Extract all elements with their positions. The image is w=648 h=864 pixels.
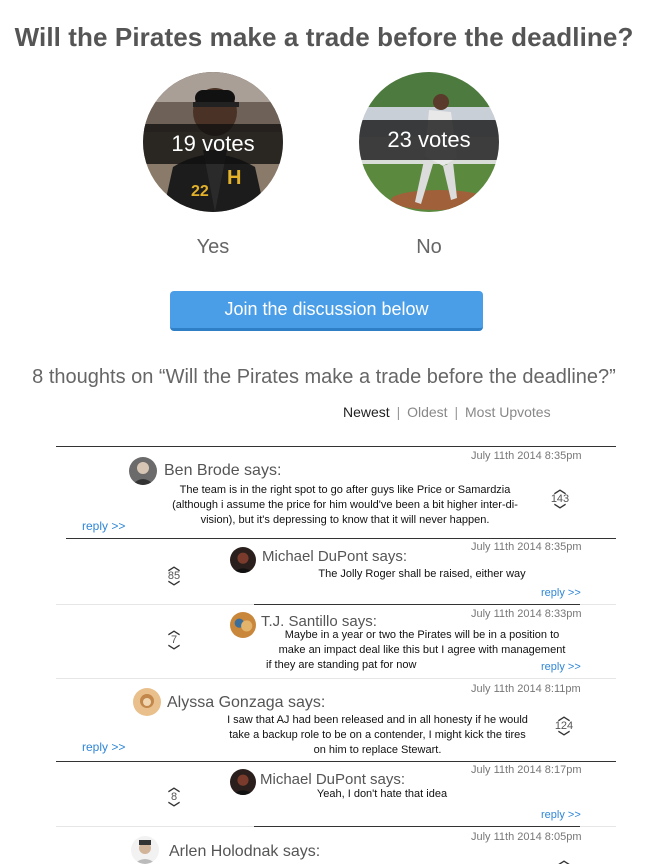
divider <box>66 538 616 539</box>
upvote-control[interactable]: ︿ 7 ﹀ <box>163 624 185 657</box>
divider <box>56 446 616 447</box>
poll-question: Will the Pirates make a trade before the… <box>14 22 634 52</box>
avatar[interactable] <box>230 547 256 573</box>
upvote-control[interactable]: ︿ 143 ﹀ <box>549 483 571 516</box>
avatar[interactable] <box>131 836 159 864</box>
comment-author: Arlen Holodnak says: <box>169 843 321 860</box>
comment-date: July 11th 2014 8:33pm <box>471 608 582 620</box>
user-avatar-icon <box>131 836 159 864</box>
comment-line: (although i assume the price for him wou… <box>172 499 518 511</box>
user-avatar-icon <box>133 688 161 716</box>
reply-link[interactable]: reply >> <box>82 740 125 754</box>
comment-date: July 11th 2014 8:35pm <box>471 541 582 553</box>
user-avatar-icon <box>230 612 256 638</box>
comment-body: I saw that AJ had been released and in a… <box>205 713 550 758</box>
comment-author: Michael DuPont says: <box>262 548 408 565</box>
comment-line: Yeah, I don't hate that idea <box>316 788 448 800</box>
avatar[interactable] <box>133 688 161 716</box>
chevron-up-icon[interactable]: ︿ <box>163 560 185 572</box>
comment-line: vision), but it's depressing to know tha… <box>200 514 490 526</box>
avatar[interactable] <box>230 769 256 795</box>
poll-option-no-label[interactable]: No <box>359 236 499 259</box>
comment-line: make an impact deal like this but I agre… <box>278 644 566 656</box>
chevron-up-icon[interactable]: ︿ <box>549 483 571 495</box>
chevron-down-icon[interactable]: ﹀ <box>553 731 575 743</box>
comment-line: The Jolly Roger shall be raised, either … <box>318 568 526 580</box>
upvote-control[interactable]: ︿ 8 ﹀ <box>163 781 185 814</box>
comment-body: The Jolly Roger shall be raised, either … <box>262 567 582 582</box>
sort-separator: | <box>454 404 459 420</box>
avatar[interactable] <box>230 612 256 638</box>
reply-link[interactable]: reply >> <box>541 661 581 673</box>
user-avatar-icon <box>230 769 256 795</box>
comment-author: Ben Brode says: <box>164 462 282 479</box>
comments-heading: 8 thoughts on “Will the Pirates make a t… <box>32 366 616 388</box>
join-discussion-button[interactable]: Join the discussion below <box>170 291 483 331</box>
chevron-down-icon[interactable]: ﹀ <box>549 504 571 516</box>
chevron-up-icon[interactable]: ︿ <box>553 854 575 864</box>
divider <box>254 604 580 605</box>
comment-date: July 11th 2014 8:11pm <box>471 683 581 695</box>
comment-line: if they are standing pat for now <box>266 659 417 671</box>
vote-count-yes: 19 votes <box>143 124 283 164</box>
comment-author: Michael DuPont says: <box>260 771 406 788</box>
user-avatar-icon <box>129 457 157 485</box>
sort-separator: | <box>396 404 401 420</box>
divider <box>56 678 616 679</box>
comment-sort-bar: Newest | Oldest | Most Upvotes <box>343 404 551 420</box>
comment-line: The team is in the right spot to go afte… <box>179 484 511 496</box>
chevron-down-icon[interactable]: ﹀ <box>163 645 185 657</box>
divider <box>56 761 616 762</box>
comment-author: Alyssa Gonzaga says: <box>167 694 326 711</box>
poll-option-yes-label[interactable]: Yes <box>143 236 283 259</box>
reply-link[interactable]: reply >> <box>541 587 581 599</box>
poll-option-yes-image[interactable]: 22 H 19 votes <box>143 72 283 212</box>
reply-link[interactable]: reply >> <box>541 809 581 821</box>
poll-option-no-image[interactable]: 23 votes <box>359 72 499 212</box>
comment-body: Maybe in a year or two the Pirates will … <box>262 628 582 673</box>
comment-date: July 11th 2014 8:35pm <box>471 450 582 462</box>
svg-text:22: 22 <box>191 183 209 200</box>
sort-oldest-link[interactable]: Oldest <box>407 404 447 420</box>
comment-line: take a backup role to be on a contender,… <box>229 729 526 741</box>
vote-count-no: 23 votes <box>359 120 499 160</box>
user-avatar-icon <box>230 547 256 573</box>
reply-link[interactable]: reply >> <box>82 519 125 533</box>
divider <box>254 826 580 827</box>
upvote-control[interactable]: ︿ 124 ﹀ <box>553 710 575 743</box>
upvote-control[interactable]: ︿ 85 ﹀ <box>163 560 185 593</box>
sort-most-upvotes-link[interactable]: Most Upvotes <box>465 404 551 420</box>
sort-newest-link[interactable]: Newest <box>343 404 390 420</box>
chevron-up-icon[interactable]: ︿ <box>163 781 185 793</box>
chevron-down-icon[interactable]: ﹀ <box>163 802 185 814</box>
comment-line: I saw that AJ had been released and in a… <box>227 714 528 726</box>
chevron-down-icon[interactable]: ﹀ <box>163 581 185 593</box>
comment-line: on him to replace Stewart. <box>313 744 442 756</box>
chevron-up-icon[interactable]: ︿ <box>163 624 185 636</box>
comment-date: July 11th 2014 8:05pm <box>471 831 582 843</box>
comment-line: Maybe in a year or two the Pirates will … <box>284 629 560 641</box>
svg-text:H: H <box>227 167 241 189</box>
avatar[interactable] <box>129 457 157 485</box>
comment-body: The team is in the right spot to go afte… <box>140 483 550 528</box>
upvote-control[interactable]: ︿ <box>553 854 575 864</box>
chevron-up-icon[interactable]: ︿ <box>553 710 575 722</box>
comment-body: Yeah, I don't hate that idea <box>262 787 502 802</box>
comment-date: July 11th 2014 8:17pm <box>471 764 582 776</box>
